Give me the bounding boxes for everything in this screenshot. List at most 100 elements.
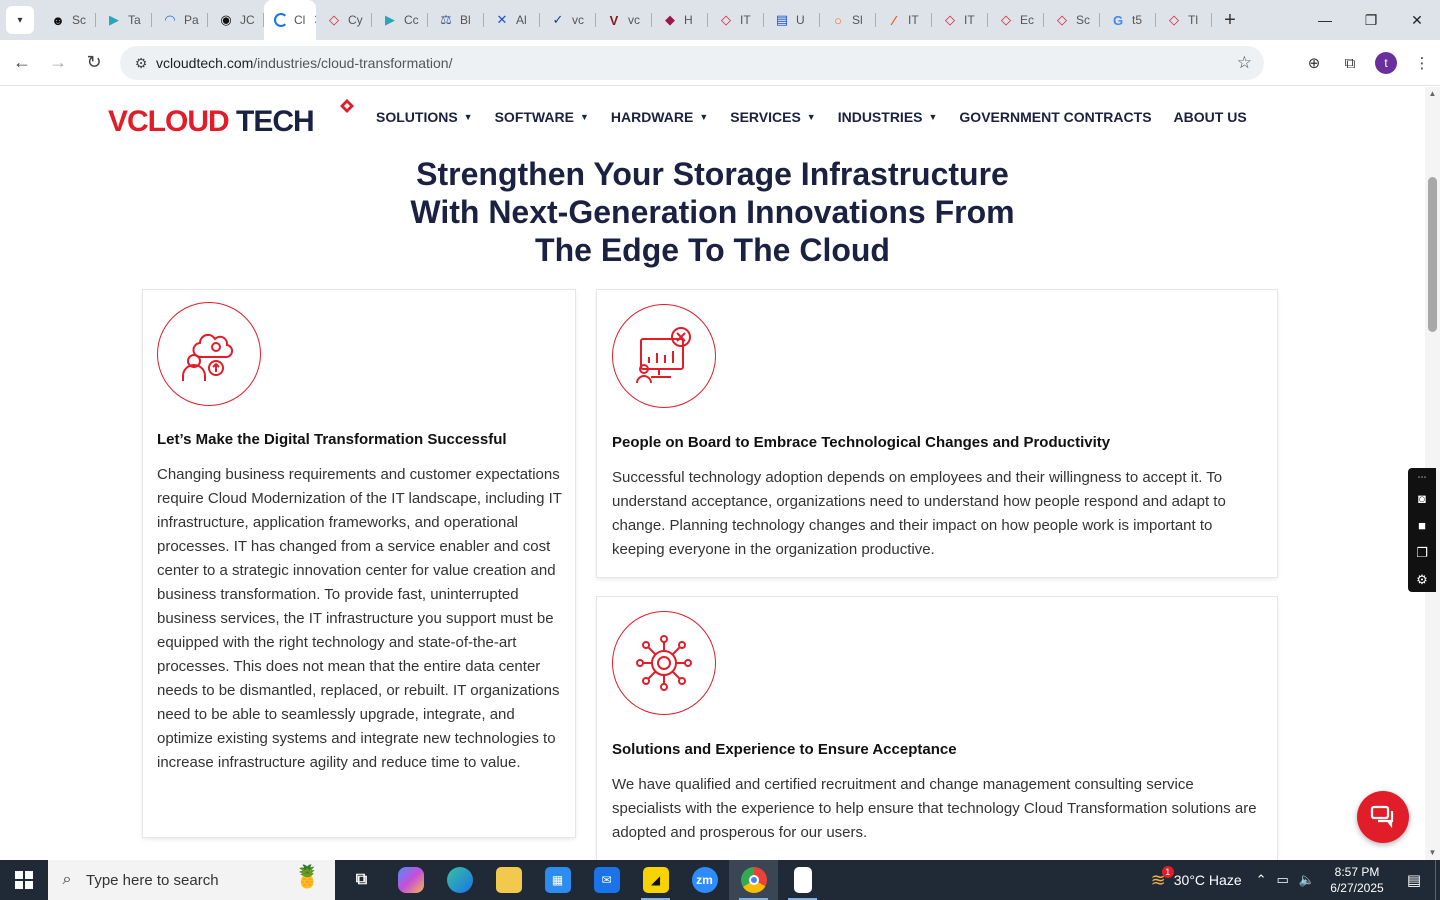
- weather-widget[interactable]: ≋ 1 30°C Haze: [1151, 865, 1242, 891]
- close-window-icon[interactable]: ✕: [1394, 0, 1440, 40]
- browser-tab[interactable]: ◇ Cy: [316, 0, 372, 40]
- browser-tab[interactable]: ◇ Ec: [988, 0, 1044, 40]
- browser-tab[interactable]: ⚖ Bl: [428, 0, 484, 40]
- tab-label: vc: [572, 13, 584, 27]
- browser-tab[interactable]: ◇ Sc: [1044, 0, 1100, 40]
- network-icon[interactable]: ▭: [1277, 872, 1289, 888]
- tab-favicon-icon: ∕: [892, 12, 896, 28]
- browser-tab[interactable]: ∕ IT: [876, 0, 932, 40]
- site-logo[interactable]: VCLOUD TECH: [108, 95, 358, 141]
- new-tab-button[interactable]: +: [1216, 6, 1244, 34]
- chrome-icon: [740, 867, 767, 893]
- mail-button[interactable]: ✉: [582, 860, 631, 900]
- site-info-icon[interactable]: ⚙: [126, 55, 156, 72]
- store-button[interactable]: ▦: [533, 860, 582, 900]
- headline-line-3: The Edge To The Cloud: [535, 232, 890, 268]
- video-camera-icon[interactable]: ■: [1418, 516, 1426, 536]
- minimize-icon[interactable]: —: [1302, 0, 1348, 40]
- search-placeholder: Type here to search: [86, 871, 219, 889]
- tab-search-button[interactable]: ▾: [6, 6, 34, 34]
- sticky-notes-icon: ◢: [642, 867, 669, 893]
- url-path: /industries/cloud-transformation/: [253, 55, 453, 71]
- nav-item-industries[interactable]: INDUSTRIES ▼: [838, 109, 938, 125]
- browser-tab[interactable]: ▤ U: [764, 0, 820, 40]
- copilot-button[interactable]: [386, 860, 435, 900]
- browser-tab[interactable]: ◇ IT: [932, 0, 988, 40]
- window-capture-icon[interactable]: ❐: [1416, 543, 1428, 563]
- chrome-button[interactable]: [729, 860, 778, 900]
- zoom-button[interactable]: zm: [680, 860, 729, 900]
- browser-tab[interactable]: ▶ Cc: [372, 0, 428, 40]
- tab-label: Cy: [348, 13, 363, 27]
- sticky-notes-button[interactable]: ◢: [631, 860, 680, 900]
- taskbar-search[interactable]: ⌕ Type here to search 🍍: [48, 860, 335, 900]
- notepad-icon: [793, 867, 812, 893]
- store-bag-icon: ▦: [544, 867, 571, 893]
- file-explorer-button[interactable]: [484, 860, 533, 900]
- browser-tab[interactable]: ◆ H: [652, 0, 708, 40]
- nav-item-label: SERVICES: [730, 109, 801, 125]
- tab-favicon-icon: ◆: [665, 12, 675, 27]
- browser-tab[interactable]: ◇ Tl: [1156, 0, 1212, 40]
- clock-date: 6/27/2025: [1330, 881, 1384, 895]
- tab-label: Cl: [294, 13, 306, 27]
- browser-tab[interactable]: ✕ Al: [484, 0, 540, 40]
- settings-gear-icon[interactable]: ⚙: [1416, 570, 1428, 590]
- nav-item-services[interactable]: SERVICES ▼: [730, 109, 815, 125]
- notification-center-icon[interactable]: ▤: [1399, 871, 1429, 889]
- bookmark-star-icon[interactable]: ☆: [1237, 53, 1252, 73]
- nav-item-label: ABOUT US: [1173, 109, 1247, 125]
- volume-icon[interactable]: 🔈: [1299, 872, 1315, 888]
- profile-avatar[interactable]: t: [1375, 52, 1397, 74]
- browser-tab[interactable]: ☻ Sc: [40, 0, 96, 40]
- start-button[interactable]: [0, 860, 48, 900]
- scroll-up-arrow-icon[interactable]: ▲: [1428, 89, 1437, 99]
- scroll-down-arrow-icon[interactable]: ▼: [1428, 848, 1437, 858]
- translate-extension-icon[interactable]: ⊕: [1296, 46, 1332, 80]
- nav-item-about-us[interactable]: ABOUT US: [1174, 109, 1247, 125]
- browser-tab[interactable]: ✓ vc: [540, 0, 596, 40]
- taskbar-clock[interactable]: 8:57 PM 6/27/2025: [1325, 864, 1389, 896]
- nav-item-software[interactable]: SOFTWARE ▼: [495, 109, 589, 125]
- extensions-icon[interactable]: ⧉: [1332, 46, 1368, 80]
- camera-icon[interactable]: ◙: [1418, 489, 1426, 509]
- task-view-button[interactable]: ⧉: [337, 860, 386, 900]
- notepad-button[interactable]: [778, 860, 827, 900]
- nav-item-government-contracts[interactable]: GOVERNMENT CONTRACTS: [959, 109, 1151, 125]
- menu-kebab-icon[interactable]: ⋮: [1404, 46, 1440, 80]
- chevron-up-icon[interactable]: ⌃: [1256, 872, 1267, 888]
- edge-button[interactable]: [435, 860, 484, 900]
- window-controls: — ❐ ✕: [1302, 0, 1440, 40]
- tab-favicon-icon: ○: [834, 12, 842, 28]
- tab-label: Sc: [1076, 13, 1091, 27]
- headline-line-1: Strengthen Your Storage Infrastructure: [416, 156, 1009, 192]
- nav-item-solutions[interactable]: SOLUTIONS ▼: [376, 109, 473, 125]
- main-navigation: SOLUTIONS ▼ SOFTWARE ▼ HARDWARE ▼ SERVICES ▼ IND…: [376, 109, 1269, 125]
- show-desktop-button[interactable]: [1435, 860, 1440, 900]
- scroll-thumb[interactable]: [1428, 177, 1437, 332]
- browser-tab[interactable]: ○ Sl: [820, 0, 876, 40]
- back-button[interactable]: ←: [4, 45, 40, 81]
- tab-favicon-icon: ✕: [496, 12, 508, 27]
- browser-tab[interactable]: Gt5: [1100, 0, 1156, 40]
- restore-icon[interactable]: ❐: [1348, 0, 1394, 40]
- nav-item-label: HARDWARE: [610, 109, 694, 125]
- nav-item-hardware[interactable]: HARDWARE ▼: [611, 109, 708, 125]
- tab-label: JC: [240, 13, 255, 27]
- browser-tab[interactable]: Vvc: [596, 0, 652, 40]
- browser-tab[interactable]: ▶ Ta: [96, 0, 152, 40]
- browser-tab[interactable]: ◉ JC: [208, 0, 264, 40]
- reload-button[interactable]: ↻: [76, 45, 112, 81]
- browser-tab[interactable]: ◠ Pa: [152, 0, 208, 40]
- logo-tag-icon: [340, 99, 354, 113]
- forward-button[interactable]: →: [40, 45, 76, 81]
- tab-favicon-icon: ⚖: [440, 12, 452, 27]
- screen-capture-widget: ⋯ ◙ ■ ❐ ⚙: [1408, 468, 1436, 592]
- tab-favicon-icon: ☻: [51, 12, 65, 28]
- address-bar[interactable]: ⚙ vcloudtech.com/industries/cloud-transf…: [120, 46, 1264, 80]
- chat-button[interactable]: [1357, 791, 1409, 843]
- tab-favicon-icon: ▶: [109, 12, 119, 27]
- browser-tab[interactable]: ◇ IT: [708, 0, 764, 40]
- widget-more-icon[interactable]: ⋯: [1418, 472, 1427, 482]
- browser-tab[interactable]: Cl✕: [264, 0, 316, 40]
